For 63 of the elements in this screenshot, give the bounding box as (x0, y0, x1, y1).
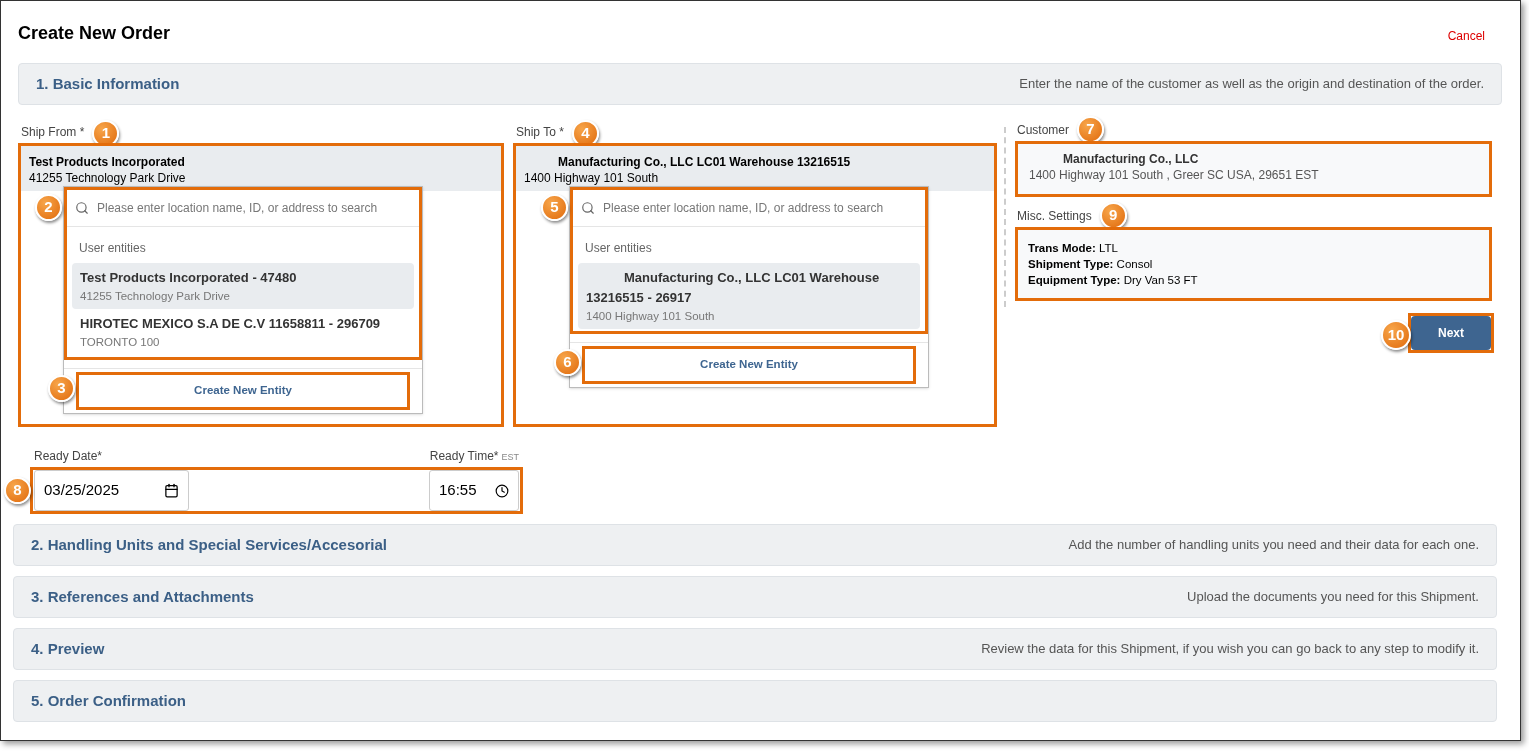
callout-number: 6 (554, 349, 581, 376)
section-header[interactable]: 4. Preview Review the data for this Shipment, if you wish you can go back to any step to modify it. (13, 628, 1497, 670)
section-header[interactable]: 5. Order Confirmation (13, 680, 1497, 722)
time-zone: EST (501, 451, 519, 464)
field-label: Ready Time* (429, 448, 499, 465)
section-hint: Enter the name of the customer as well as the origin and destination of the order. (1019, 75, 1484, 94)
setting-line: Shipment Type: Consol (1028, 257, 1154, 272)
search-icon (75, 201, 89, 215)
section-title: 1. Basic Information (36, 73, 180, 94)
section-title: 3. References and Attachments (31, 586, 254, 607)
location-name: Manufacturing Co., LLC LC01 Warehouse 13216515 (557, 154, 852, 170)
section-hint: Upload the documents you need for this Shipment. (1187, 588, 1479, 607)
section-header[interactable]: 1. Basic Information Enter the name of the customer as well as the origin and destination of the order. (18, 63, 1502, 105)
create-entity-button[interactable]: Create New Entity (582, 346, 916, 384)
option-address: TORONTO 100 (80, 335, 161, 350)
section-header[interactable]: 2. Handling Units and Special Services/Accesorial Add the number of handling units you need and their data for each one. (13, 524, 1497, 566)
section-title: 4. Preview (31, 638, 105, 659)
customer-name: Manufacturing Co., LLC (1062, 151, 1200, 167)
cancel-link[interactable]: Cancel (1447, 27, 1485, 45)
field-label: Ship To * (516, 124, 564, 141)
option-name: HIROTEC MEXICO S.A DE C.V 11658811 - 296709 (80, 315, 382, 333)
customer-address: 1400 Highway 101 South , Greer SC USA, 29651 EST (1029, 167, 1320, 183)
location-name: Test Products Incorporated (29, 154, 186, 170)
callout-number: 2 (35, 194, 62, 221)
date-value: 03/25/2025 (44, 480, 120, 501)
page-title: Create New Order (18, 21, 171, 45)
clock-icon (495, 483, 509, 498)
callout-number: 10 (1381, 320, 1411, 350)
location-address: 1400 Highway 101 South (524, 170, 660, 186)
next-button[interactable]: Next (1411, 316, 1491, 350)
callout-number: 9 (1099, 202, 1127, 229)
date-field[interactable]: 03/25/2025 (34, 470, 189, 511)
callout-number: 3 (48, 375, 75, 402)
option-name: Manufacturing Co., LLC LC01 Warehouse 13216515 - 26917 (586, 269, 881, 307)
section-hint: Review the data for this Shipment, if you wish you can go back to any step to modify it. (981, 640, 1479, 659)
location-option[interactable]: Manufacturing Co., LLC LC01 Warehouse 13216515 - 26917 1400 Highway 101 South (578, 263, 920, 329)
option-address: 1400 Highway 101 South (586, 309, 716, 324)
option-address: 41255 Technology Park Drive (80, 289, 232, 304)
field-label: Ready Date* (34, 448, 103, 465)
option-name: Test Products Incorporated - 47480 (80, 269, 298, 287)
create-entity-button[interactable]: Create New Entity (76, 372, 410, 410)
time-field[interactable]: 16:55 (429, 470, 519, 511)
section-hint: Add the number of handling units you need and their data for each one. (1068, 536, 1479, 555)
callout-number: 5 (541, 194, 568, 221)
search-field[interactable]: Please enter location name, ID, or address to search (97, 199, 411, 217)
group-heading: User entities (78, 240, 147, 257)
location-address: 41255 Technology Park Drive (29, 170, 187, 186)
calendar-icon (164, 483, 179, 498)
setting-line: Trans Mode: LTL (1028, 241, 1119, 256)
time-value: 16:55 (439, 480, 477, 501)
search-icon (581, 201, 595, 215)
field-label: Customer (1017, 122, 1069, 139)
section-title: 5. Order Confirmation (31, 690, 187, 711)
field-label: Misc. Settings (1017, 208, 1092, 225)
callout-number: 7 (1077, 116, 1104, 143)
field-label: Ship From * (21, 124, 85, 141)
callout-number: 8 (4, 477, 31, 504)
section-header[interactable]: 3. References and Attachments Upload the documents you need for this Shipment. (13, 576, 1497, 618)
search-field[interactable]: Please enter location name, ID, or address to search (603, 199, 917, 217)
group-heading: User entities (584, 240, 653, 257)
location-option[interactable]: Test Products Incorporated - 47480 41255 Technology Park Drive (72, 263, 414, 309)
setting-line: Equipment Type: Dry Van 53 FT (1028, 273, 1199, 288)
section-title: 2. Handling Units and Special Services/Accesorial (31, 534, 387, 555)
